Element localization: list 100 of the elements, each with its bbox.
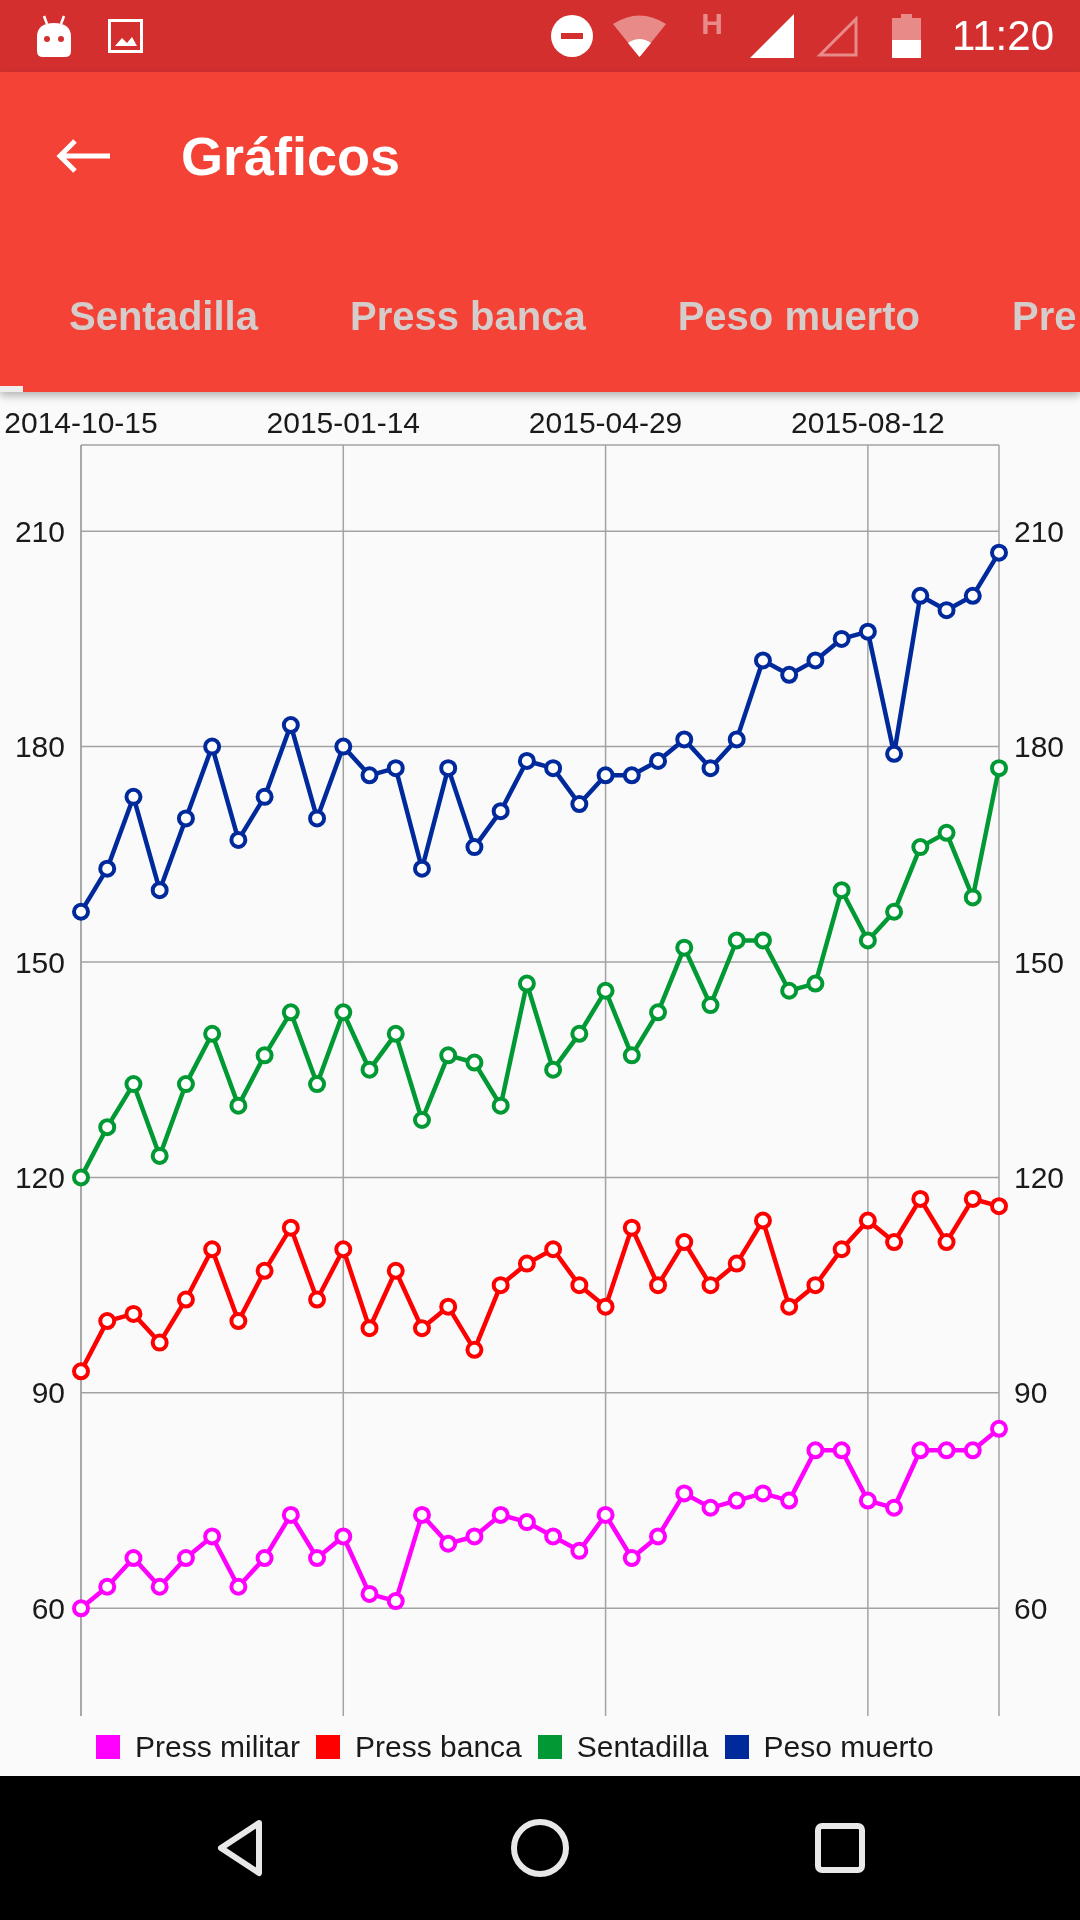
data-point [911,1441,930,1460]
y-axis-label: 180 [1014,730,1065,764]
data-point [885,744,904,763]
data-point [98,1577,117,1596]
data-point [386,1261,405,1280]
home-icon[interactable] [511,1819,569,1877]
legend-label: Sentadilla [576,1730,709,1764]
data-point [990,759,1008,778]
data-point [806,1276,825,1295]
data-point [806,974,825,993]
data-point [832,881,851,900]
y-axis-label: 210 [1014,514,1065,548]
data-point [465,1053,484,1072]
data-point [858,622,877,641]
data-point [622,1549,641,1567]
data-point [701,996,720,1015]
data-point [675,730,694,749]
data-point [72,1362,90,1381]
x-axis-label: 2014-10-15 [4,406,158,439]
data-point [596,1297,615,1316]
data-point [412,1319,431,1338]
data-point [570,1276,589,1295]
data-point [176,809,195,828]
data-point [308,1549,327,1567]
data-point [281,1505,300,1524]
data-point [753,1211,772,1230]
x-axis-label: 2015-01-14 [266,406,420,439]
data-point [753,651,772,670]
data-point [412,1111,431,1129]
data-point [570,1024,589,1043]
data-point [885,902,904,921]
data-point [360,1060,379,1079]
data-point [308,1075,327,1094]
data-point [281,716,300,735]
data-point [517,974,536,993]
data-point [412,859,431,878]
data-point [98,1118,117,1137]
data-point [229,830,248,849]
y-axis-label: 60 [1014,1591,1048,1625]
data-point [465,1340,484,1359]
data-point [517,1254,536,1273]
network-type-label: H [701,9,723,39]
tab[interactable]: Press banca [303,240,632,392]
data-point [963,1190,982,1208]
data-point [544,1240,563,1259]
data-point [517,1513,536,1532]
data-point [439,1297,458,1316]
data-point [150,1577,169,1596]
data-point [990,1197,1008,1216]
data-point [386,759,405,778]
data-point [727,1491,746,1510]
data-point [229,1312,248,1331]
y-axis-label: 60 [31,1591,65,1625]
data-point [281,1003,300,1022]
data-point [439,1534,458,1553]
data-point [517,751,536,770]
back-icon[interactable] [215,1819,265,1877]
data-point [412,1505,431,1524]
data-point [203,1024,222,1043]
data-point [334,1527,353,1546]
y-axis-label: 120 [14,1160,65,1194]
legend-label: Peso muerto [763,1730,934,1764]
data-point [544,1060,563,1079]
data-point [150,1146,169,1165]
x-axis-label: 2015-08-12 [791,406,945,439]
data-point [491,1505,510,1524]
data-point [675,938,694,957]
data-point [491,1276,510,1295]
data-point [753,931,772,950]
data-point [360,766,379,785]
data-point [937,601,956,620]
data-point [832,1240,851,1259]
data-point [255,1549,274,1567]
data-point [622,766,641,785]
data-point [649,1527,668,1546]
data-point [649,1276,668,1295]
y-axis-label: 210 [14,514,65,548]
data-point [176,1549,195,1567]
data-point [72,902,90,921]
back-arrow-icon[interactable] [56,138,112,174]
data-point [124,1075,143,1094]
recent-apps-icon[interactable] [815,1823,865,1873]
data-point [360,1319,379,1338]
data-point [229,1577,248,1596]
data-point [308,1290,327,1309]
data-point [780,665,799,684]
data-point [72,1168,90,1187]
data-point [334,1240,353,1259]
tab[interactable]: Sentadilla [23,240,304,392]
wifi-icon [613,15,667,57]
tab[interactable]: Peso muerto [631,240,966,392]
data-point [150,1333,169,1352]
data-point [675,1484,694,1503]
data-point [255,787,274,806]
x-axis-label: 2015-04-29 [528,406,683,439]
data-point [176,1075,195,1094]
battery-icon [892,14,921,58]
data-point [963,888,982,907]
signal-icon [750,14,794,58]
tab[interactable]: Pre [965,240,1077,392]
